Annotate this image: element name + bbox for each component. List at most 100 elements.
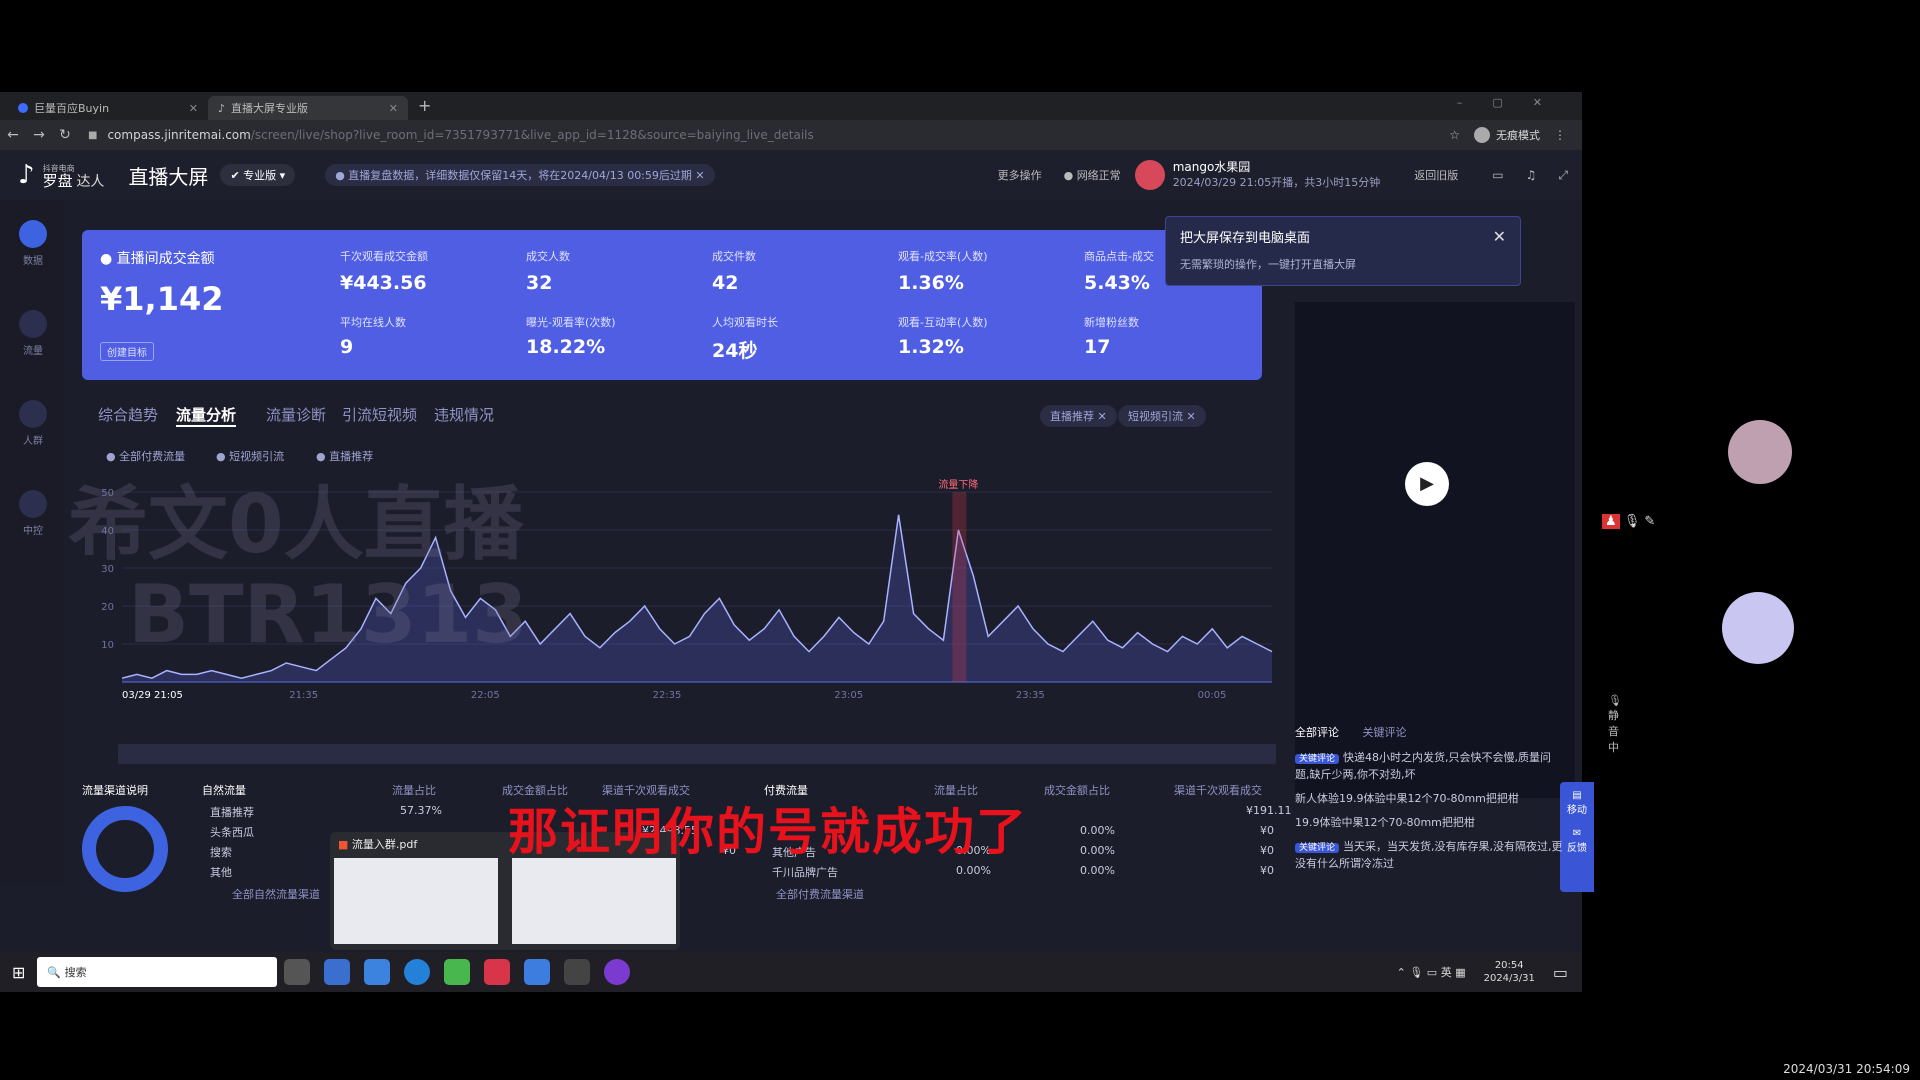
menu-icon[interactable]: ⋮ — [1554, 128, 1566, 142]
tab-traffic-diagnosis[interactable]: 流量诊断 — [266, 404, 326, 425]
bell-icon[interactable]: ♫ — [1526, 168, 1537, 182]
browser-tabbar: 巨量百应Buyin ✕ ♪ 直播大屏专业版 ✕ + –▢✕ — [0, 92, 1582, 120]
tray-icons[interactable]: ⌃ 🎙 ▭ 英 ▦ — [1397, 964, 1466, 980]
app-icon-2[interactable] — [484, 959, 511, 985]
edge-icon[interactable] — [404, 959, 431, 985]
col-header: 成交金额占比 — [1044, 784, 1110, 797]
sidebar-item-data[interactable]: 数据 — [16, 220, 50, 267]
tab-key-comments[interactable]: 关键评论 — [1363, 726, 1407, 739]
pdf-icon: ■ — [338, 838, 349, 851]
taskbar-search[interactable]: 🔍 搜索 — [37, 957, 278, 987]
feedback-icon[interactable]: ✉ — [1560, 828, 1594, 839]
metric-label: 曝光-观看率(次数) — [526, 316, 616, 329]
natural-link[interactable]: 全部自然流量渠道 — [232, 886, 320, 902]
feedback-label[interactable]: 反馈 — [1560, 839, 1594, 854]
metric-value: 5.43% — [1084, 272, 1150, 294]
tab-close-icon[interactable]: ✕ — [389, 102, 398, 115]
comment-item: 19.9体验中果12个70-80mm把把柑 — [1295, 815, 1565, 831]
sidebar-item-traffic[interactable]: 流量 — [16, 310, 50, 357]
sidebar-label: 中控 — [23, 526, 43, 537]
browser-tab-buyin[interactable]: 巨量百应Buyin ✕ — [8, 96, 208, 120]
forward-icon[interactable]: → — [26, 127, 52, 143]
channel-donut — [82, 806, 168, 892]
app-icon-1[interactable] — [324, 959, 351, 985]
notice-banner: ● 直播复盘数据，详细数据仅保留14天，将在2024/04/13 00:59后过… — [325, 164, 715, 186]
app-icon-3[interactable] — [524, 959, 551, 985]
x-tick-label: 23:35 — [1016, 690, 1045, 701]
back-icon[interactable]: ← — [0, 127, 26, 143]
row-share: 0.00% — [956, 864, 991, 877]
metric-label: 平均在线人数 — [340, 316, 406, 329]
mic-status[interactable]: 🎙 静音中 — [1608, 694, 1622, 755]
annotation-band — [952, 492, 967, 682]
browser-tab-dashboard[interactable]: ♪ 直播大屏专业版 ✕ — [208, 96, 408, 120]
tab-traffic-analysis[interactable]: 流量分析 — [176, 404, 237, 427]
metric-label: 成交件数 — [712, 250, 756, 263]
metric-label: 成交人数 — [526, 250, 570, 263]
tab-short-video[interactable]: 引流短视频 — [342, 404, 417, 425]
lock-icon: ■ — [88, 129, 98, 141]
popup-desc: 无需繁琐的操作，一键打开直播大屏 — [1180, 258, 1356, 271]
tab-overview[interactable]: 综合趋势 — [98, 404, 158, 425]
metric-label: 新增粉丝数 — [1084, 316, 1139, 329]
comment-text: 19.9体验中果12个70-80mm把把柑 — [1295, 816, 1475, 829]
row-gmv: 0.00% — [1080, 824, 1115, 837]
move-label[interactable]: 移动 — [1560, 801, 1594, 816]
tab-all-comments[interactable]: 全部评论 — [1295, 726, 1339, 739]
paid-link[interactable]: 全部付费流量渠道 — [776, 886, 864, 902]
taskview-icon[interactable] — [284, 959, 311, 985]
preview-thumb-1[interactable] — [334, 858, 498, 944]
app-icon-5[interactable] — [604, 959, 631, 985]
annotation-label: 流量下降 — [938, 478, 978, 491]
legend-paid[interactable]: ● 全部付费流量 — [106, 448, 185, 464]
x-tick-label: 22:35 — [653, 690, 682, 701]
popup-close-icon[interactable]: ✕ — [1493, 227, 1506, 246]
screen-capture: 巨量百应Buyin ✕ ♪ 直播大屏专业版 ✕ + –▢✕ ← → ↻ ■ co… — [0, 92, 1622, 992]
fullscreen-icon[interactable]: ⤢ — [1558, 168, 1568, 183]
filter-live-recommend[interactable]: 直播推荐 ✕ — [1040, 405, 1117, 427]
user-icon: ♟ — [1602, 514, 1620, 529]
legend-live-recommend[interactable]: ● 直播推荐 — [316, 448, 373, 464]
legend-short-video[interactable]: ● 短视频引流 — [216, 448, 284, 464]
sidebar-item-control[interactable]: 中控 — [16, 490, 50, 537]
reload-icon[interactable]: ↻ — [52, 127, 78, 143]
brand: 抖音电商 罗盘 达人 — [43, 162, 105, 189]
app-icon-4[interactable] — [564, 959, 591, 985]
incognito-label[interactable]: 无痕模式 — [1496, 127, 1540, 143]
tab-violations[interactable]: 违规情况 — [434, 404, 494, 425]
start-icon[interactable]: ⊞ — [12, 963, 25, 982]
row-name: 千川品牌广告 — [772, 866, 838, 879]
traffic-icon — [19, 310, 47, 338]
play-icon[interactable]: ▶ — [1405, 462, 1449, 506]
preview-title: ■ 流量入群.pdf — [338, 836, 417, 852]
taskbar-clock[interactable]: 20:54 2024/3/31 — [1484, 959, 1535, 985]
wechat-icon[interactable] — [444, 959, 471, 985]
more-actions-button[interactable]: 更多操作 — [998, 167, 1042, 183]
filter-short-video[interactable]: 短视频引流 ✕ — [1118, 405, 1206, 427]
url-field[interactable]: compass.jinritemai.com/screen/live/shop?… — [107, 128, 813, 142]
lang-indicator[interactable]: 英 — [1441, 966, 1452, 979]
tab-close-icon[interactable]: ✕ — [189, 102, 198, 115]
preview-thumb-2[interactable] — [512, 858, 676, 944]
incognito-icon — [1474, 127, 1490, 143]
create-target-button[interactable]: 创建目标 — [100, 342, 154, 361]
sidebar-item-audience[interactable]: 人群 — [16, 400, 50, 447]
mail-icon[interactable] — [364, 959, 391, 985]
back-old-button[interactable]: 返回旧版 — [1414, 167, 1458, 183]
network-status: ● 网络正常 — [1063, 169, 1121, 182]
notification-icon[interactable]: ▭ — [1553, 963, 1568, 982]
edition-badge[interactable]: ✔ 专业版 ▾ — [220, 164, 296, 186]
popup-title: 把大屏保存到电脑桌面 — [1180, 231, 1311, 246]
window-controls-icon[interactable]: –▢✕ — [1457, 96, 1572, 109]
move-icon[interactable]: ▤ — [1560, 790, 1594, 801]
notice-close-icon[interactable]: ✕ — [695, 169, 704, 182]
row-name: 头条西瓜 — [210, 826, 254, 839]
star-icon[interactable]: ☆ — [1449, 128, 1460, 142]
stream-info: 2024/03/29 21:05开播，共3小时15分钟 — [1172, 176, 1381, 189]
screen-icon[interactable]: ▭ — [1492, 168, 1503, 182]
new-tab-icon[interactable]: + — [418, 96, 431, 115]
webcam-controls[interactable]: ♟ 🎙 ✎ — [1602, 514, 1655, 529]
browser-addressbar: ← → ↻ ■ compass.jinritemai.com/screen/li… — [0, 120, 1582, 150]
viewer-avatar — [1728, 420, 1792, 484]
time-range-slider[interactable] — [118, 744, 1276, 764]
